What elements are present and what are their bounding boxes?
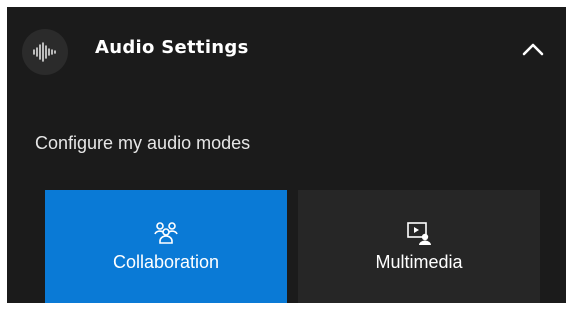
audio-settings-panel: Audio Settings Configure my audio modes … [7,7,566,303]
section-subtitle: Configure my audio modes [35,133,251,153]
multimedia-mode-button[interactable]: Multimedia [298,190,540,303]
panel-header[interactable]: Audio Settings [7,7,566,91]
collapse-button[interactable] [515,35,551,63]
media-presenter-icon [407,222,431,245]
collaboration-mode-button[interactable]: Collaboration [45,190,287,303]
waveform-icon [22,29,68,75]
people-group-icon [154,222,178,244]
collaboration-label: Collaboration [112,252,220,272]
multimedia-label: Multimedia [375,252,463,272]
panel-title: Audio Settings [95,37,249,58]
chevron-up-icon [522,43,544,56]
